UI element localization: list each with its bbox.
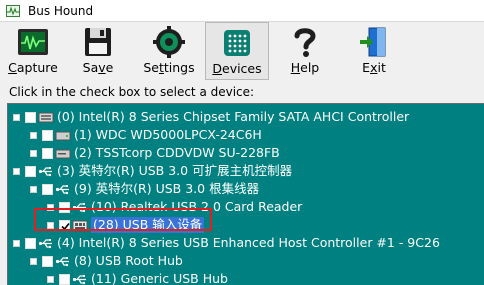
device-label[interactable]: (8) USB Root Hub <box>74 253 183 269</box>
expand-toggle[interactable] <box>47 275 54 283</box>
tree-row[interactable]: (8) USB Root Hub <box>30 252 183 270</box>
exit-label: Exit <box>362 60 386 75</box>
optical-drive-icon <box>55 149 71 158</box>
tree-row[interactable]: (9) 英特尔(R) USB 3.0 根集线器 <box>30 180 259 198</box>
window-title: Bus Hound <box>28 3 94 18</box>
title-bar: Bus Hound <box>0 0 484 22</box>
help-button[interactable]: Help <box>282 22 328 80</box>
expand-toggle[interactable] <box>30 257 37 265</box>
save-label: Save <box>82 60 114 75</box>
capture-button[interactable]: Capture <box>4 22 62 80</box>
expand-toggle[interactable] <box>30 185 37 193</box>
device-label[interactable]: (11) Generic USB Hub <box>91 271 228 285</box>
device-checkbox[interactable] <box>42 255 53 267</box>
device-checkbox[interactable] <box>59 273 70 285</box>
usb-icon <box>38 238 52 248</box>
oscilloscope-icon <box>18 29 48 55</box>
device-checkbox[interactable] <box>42 129 53 141</box>
device-label[interactable]: (9) 英特尔(R) USB 3.0 根集线器 <box>74 181 259 197</box>
device-checkbox[interactable] <box>42 147 53 159</box>
usb-icon <box>55 256 69 266</box>
device-label[interactable]: (2) TSSTcorp CDDVDW SU-228FB <box>74 145 280 161</box>
tree-row[interactable]: (3) 英特尔(R) USB 3.0 可扩展主机控制器 <box>13 162 292 180</box>
usb-icon <box>72 202 86 212</box>
checkmark-icon <box>61 222 70 230</box>
settings-label: Settings <box>143 60 195 75</box>
expand-toggle[interactable] <box>47 221 54 229</box>
tree-row-selected[interactable]: (28) USB 输入设备 <box>47 216 205 234</box>
settings-button[interactable]: Settings <box>138 22 200 80</box>
gear-icon <box>153 26 185 58</box>
usb-icon <box>38 166 52 176</box>
device-checkbox[interactable] <box>25 165 36 177</box>
device-checkbox[interactable] <box>25 111 36 123</box>
device-label[interactable]: (28) USB 输入设备 <box>91 217 205 233</box>
device-label[interactable]: (10) Realtek USB 2.0 Card Reader <box>91 199 302 215</box>
exit-button[interactable]: Exit <box>352 22 396 80</box>
tree-row[interactable]: (0) Intel(R) 8 Series Chipset Family SAT… <box>13 108 409 126</box>
usb-icon <box>55 184 69 194</box>
device-checkbox[interactable] <box>42 183 53 195</box>
expand-toggle[interactable] <box>30 131 37 139</box>
tree-row[interactable]: (1) WDC WD5000LPCX-24C6H <box>30 126 262 144</box>
tree-row[interactable]: (4) Intel(R) 8 Series USB Enhanced Host … <box>13 234 440 252</box>
expand-toggle[interactable] <box>13 167 20 175</box>
hard-disk-icon <box>55 131 71 140</box>
instruction-text: Click in the check box to select a devic… <box>9 85 255 99</box>
devices-button[interactable]: Devices <box>205 22 269 80</box>
device-checkbox[interactable] <box>59 201 70 213</box>
devices-label: Devices <box>212 61 262 76</box>
tree-row[interactable]: (10) Realtek USB 2.0 Card Reader <box>47 198 302 216</box>
device-tree[interactable]: (0) Intel(R) 8 Series Chipset Family SAT… <box>7 103 484 285</box>
expand-toggle[interactable] <box>13 113 20 121</box>
device-chip-icon <box>224 30 250 56</box>
device-label[interactable]: (3) 英特尔(R) USB 3.0 可扩展主机控制器 <box>57 163 292 179</box>
floppy-disk-icon <box>85 28 111 56</box>
device-label[interactable]: (4) Intel(R) 8 Series USB Enhanced Host … <box>57 235 440 251</box>
capture-label: Capture <box>8 60 58 75</box>
tree-row[interactable]: (11) Generic USB Hub <box>47 270 228 285</box>
device-label[interactable]: (1) WDC WD5000LPCX-24C6H <box>74 127 262 143</box>
device-checkbox-checked[interactable] <box>59 219 70 231</box>
sata-controller-icon <box>38 112 54 122</box>
bus-hound-app-icon <box>6 4 20 17</box>
help-label: Help <box>290 60 320 75</box>
input-device-icon <box>72 220 88 231</box>
question-mark-icon <box>294 28 316 57</box>
expand-toggle[interactable] <box>47 203 54 211</box>
toolbar: Capture Save Settings Devices Help Exit <box>0 22 484 80</box>
expand-toggle[interactable] <box>13 239 20 247</box>
exit-door-icon <box>360 27 386 57</box>
usb-icon <box>72 274 86 284</box>
expand-toggle[interactable] <box>30 149 37 157</box>
tree-row[interactable]: (2) TSSTcorp CDDVDW SU-228FB <box>30 144 280 162</box>
device-label[interactable]: (0) Intel(R) 8 Series Chipset Family SAT… <box>57 109 409 125</box>
save-button[interactable]: Save <box>72 22 124 80</box>
device-checkbox[interactable] <box>25 237 36 249</box>
